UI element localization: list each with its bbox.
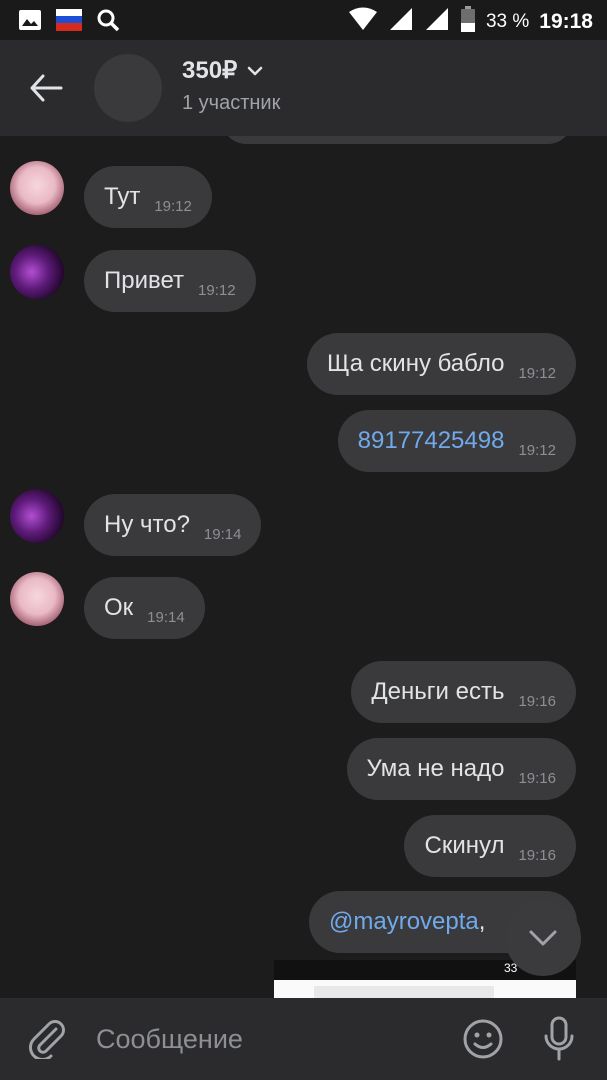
search-icon bbox=[96, 8, 120, 37]
mention-link[interactable]: @mayrovepta bbox=[329, 908, 479, 936]
back-button[interactable] bbox=[22, 66, 70, 110]
message-text: Привет bbox=[104, 267, 185, 294]
sender-avatar[interactable] bbox=[10, 489, 64, 543]
message-bubble-incoming[interactable]: Привет 19:12 bbox=[84, 250, 256, 312]
message-text: Ок bbox=[104, 594, 134, 621]
message-bubble-outgoing[interactable]: Ща скину бабло 19:12 bbox=[307, 333, 576, 395]
chevron-down-icon bbox=[529, 930, 557, 946]
status-bar: 33 % 19:18 bbox=[0, 0, 607, 40]
message-bubble-outgoing[interactable]: 89177425498 19:12 bbox=[337, 410, 576, 472]
message-time: 19:12 bbox=[198, 281, 236, 299]
message-bubble-incoming[interactable]: Ну что? 19:14 bbox=[84, 494, 262, 556]
image-attachment-field bbox=[314, 986, 494, 998]
message-time: 19:12 bbox=[518, 364, 556, 382]
battery-icon bbox=[460, 6, 476, 37]
message-text: Скинул bbox=[424, 832, 505, 859]
message-text: Ума не надо bbox=[366, 755, 505, 782]
signal-icon bbox=[388, 7, 414, 36]
message-bubble-outgoing[interactable]: Ума не надо 19:16 bbox=[346, 738, 576, 800]
signal-icon bbox=[424, 7, 450, 36]
message-time: 19:12 bbox=[518, 441, 556, 459]
message-text: Ну что? bbox=[104, 511, 190, 538]
message-composer: Сообщение bbox=[0, 998, 607, 1080]
emoji-button[interactable] bbox=[460, 1016, 506, 1062]
russia-flag-icon bbox=[56, 9, 82, 36]
wifi-icon bbox=[348, 7, 378, 36]
message-bubble-outgoing[interactable]: Скинул 19:16 bbox=[404, 815, 576, 877]
arrow-left-icon bbox=[30, 74, 63, 102]
message-time: 19:12 bbox=[154, 197, 192, 215]
message-time: 19:16 bbox=[518, 692, 556, 710]
message-bubble-incoming[interactable]: Тут 19:12 bbox=[84, 166, 212, 228]
message-time: 19:16 bbox=[518, 769, 556, 787]
sender-avatar[interactable] bbox=[10, 245, 64, 299]
microphone-icon bbox=[544, 1016, 574, 1061]
chevron-down-icon bbox=[248, 66, 263, 75]
message-bubble-partial[interactable] bbox=[222, 136, 572, 144]
message-time: 19:14 bbox=[147, 608, 185, 626]
message-text-suffix: , bbox=[478, 908, 486, 935]
message-time: 19:16 bbox=[518, 846, 556, 864]
message-bubble-outgoing[interactable]: Деньги есть 19:16 bbox=[351, 661, 576, 723]
scroll-to-bottom-button[interactable] bbox=[505, 900, 581, 976]
gallery-icon bbox=[18, 9, 42, 36]
chat-title[interactable]: 350₽ bbox=[182, 56, 263, 85]
message-input[interactable]: Сообщение bbox=[96, 1018, 436, 1060]
chat-title-text: 350₽ bbox=[182, 57, 238, 84]
chat-header: 350₽ 1 участник bbox=[0, 40, 607, 136]
chat-subtitle: 1 участник bbox=[182, 92, 281, 114]
battery-percent: 33 % bbox=[485, 10, 530, 32]
chat-avatar[interactable] bbox=[94, 54, 162, 122]
message-time: 19:14 bbox=[203, 525, 242, 543]
message-list[interactable]: Тут 19:12 Привет 19:12 Ща скину бабло 19… bbox=[0, 136, 607, 998]
message-text: Тут bbox=[104, 183, 141, 210]
attach-button[interactable] bbox=[24, 1016, 70, 1062]
paperclip-icon bbox=[29, 1020, 65, 1059]
message-text: Ща скину бабло bbox=[327, 350, 505, 377]
message-bubble-incoming[interactable]: Ок 19:14 bbox=[84, 577, 205, 639]
phone-link[interactable]: 89177425498 bbox=[358, 427, 505, 455]
message-text: Деньги есть bbox=[371, 678, 505, 705]
clock: 19:18 bbox=[539, 9, 593, 33]
sender-avatar[interactable] bbox=[10, 161, 64, 215]
smiley-icon bbox=[463, 1019, 503, 1059]
sender-avatar[interactable] bbox=[10, 572, 64, 626]
microphone-button[interactable] bbox=[536, 1014, 582, 1064]
